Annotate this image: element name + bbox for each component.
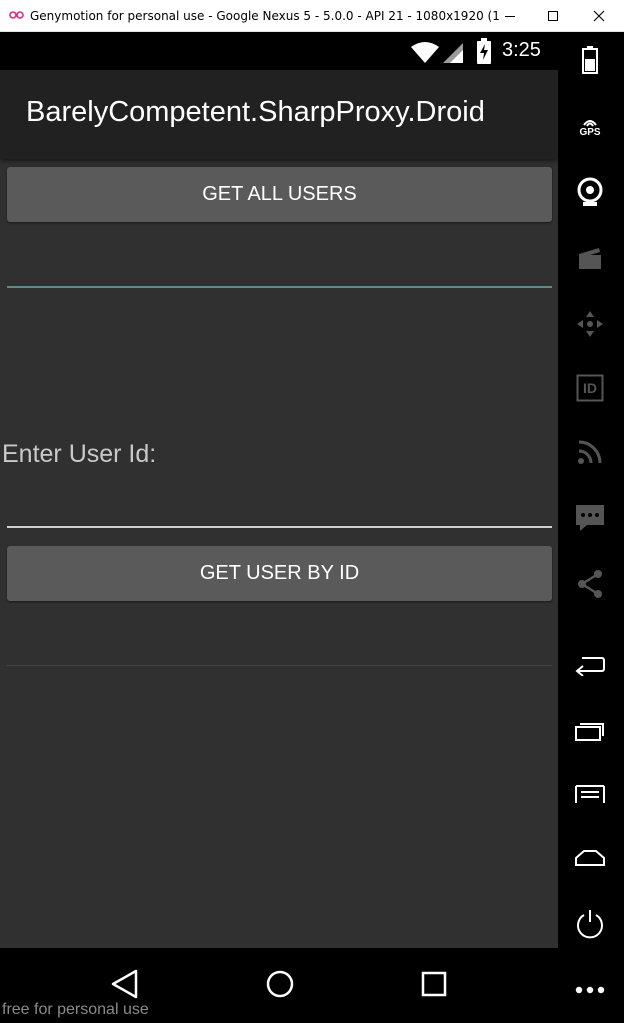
recent-apps-widget-button[interactable]	[574, 714, 606, 746]
more-widget-button[interactable]	[574, 974, 606, 1006]
gps-widget-button[interactable]: GPS	[574, 110, 606, 142]
results-field-underline[interactable]	[7, 286, 552, 288]
power-widget-button[interactable]	[574, 908, 606, 940]
dpad-icon	[577, 311, 603, 337]
app-title: BarelyCompetent.SharpProxy.Droid	[26, 96, 485, 128]
device-id-widget-button[interactable]: ID	[574, 372, 606, 404]
back-triangle-icon	[111, 969, 138, 999]
home-widget-button[interactable]	[574, 842, 606, 874]
status-bar: 3:25	[0, 32, 558, 70]
nav-home-button[interactable]	[262, 966, 298, 1002]
back-icon	[575, 657, 605, 676]
back-widget-button[interactable]	[574, 648, 606, 680]
sms-icon	[576, 505, 604, 531]
user-id-label: Enter User Id:	[2, 440, 157, 468]
id-label: ID	[583, 380, 597, 396]
minimize-icon	[505, 16, 515, 17]
battery-icon	[582, 46, 598, 74]
gps-icon	[583, 119, 597, 127]
rss-icon	[578, 440, 602, 464]
wifi-icon	[411, 42, 439, 63]
capture-widget-button[interactable]	[574, 242, 606, 274]
result-divider	[7, 665, 552, 666]
sms-widget-button[interactable]	[574, 502, 606, 534]
close-icon	[593, 10, 605, 22]
more-icon	[575, 986, 605, 994]
action-bar: BarelyCompetent.SharpProxy.Droid	[0, 70, 558, 159]
watermark-text: free for personal use	[2, 1001, 149, 1018]
window-titlebar: Genymotion for personal use - Google Nex…	[0, 0, 624, 32]
battery-widget-button[interactable]	[574, 44, 606, 76]
signal-icon	[443, 43, 463, 63]
recents-square-icon	[421, 971, 447, 997]
home-circle-icon	[266, 970, 294, 998]
maximize-icon	[548, 11, 558, 21]
emulator-device: 3:25 BarelyCompetent.SharpProxy.Droid GE…	[0, 32, 624, 1023]
share-widget-button[interactable]	[574, 568, 606, 600]
power-icon	[577, 910, 603, 939]
webcam-widget-button[interactable]	[574, 176, 606, 208]
nav-recents-button[interactable]	[416, 966, 452, 1002]
close-button[interactable]	[576, 0, 622, 32]
menu-widget-button[interactable]	[574, 778, 606, 810]
gps-label: GPS	[579, 126, 601, 138]
rss-widget-button[interactable]	[574, 436, 606, 468]
maximize-button[interactable]	[530, 0, 576, 32]
user-id-input[interactable]	[7, 526, 552, 528]
app-screen: BarelyCompetent.SharpProxy.Droid GET ALL…	[0, 70, 558, 948]
status-clock: 3:25	[502, 39, 541, 61]
webcam-icon	[577, 177, 603, 206]
genymotion-toolbar: GPS ID	[558, 32, 624, 1023]
home-icon	[575, 850, 605, 866]
nav-back-button[interactable]	[107, 966, 143, 1002]
window-title: Genymotion for personal use - Google Nex…	[30, 9, 500, 23]
recent-apps-icon	[575, 723, 604, 741]
menu-icon	[575, 785, 605, 803]
get-user-by-id-button[interactable]: GET USER BY ID	[7, 546, 552, 601]
clapperboard-icon	[579, 248, 601, 269]
share-icon	[578, 570, 602, 598]
genymotion-logo-icon	[9, 11, 24, 19]
dpad-widget-button[interactable]	[574, 308, 606, 340]
get-all-users-button[interactable]: GET ALL USERS	[7, 167, 552, 222]
minimize-button[interactable]	[487, 0, 533, 32]
battery-charging-icon	[477, 38, 491, 64]
